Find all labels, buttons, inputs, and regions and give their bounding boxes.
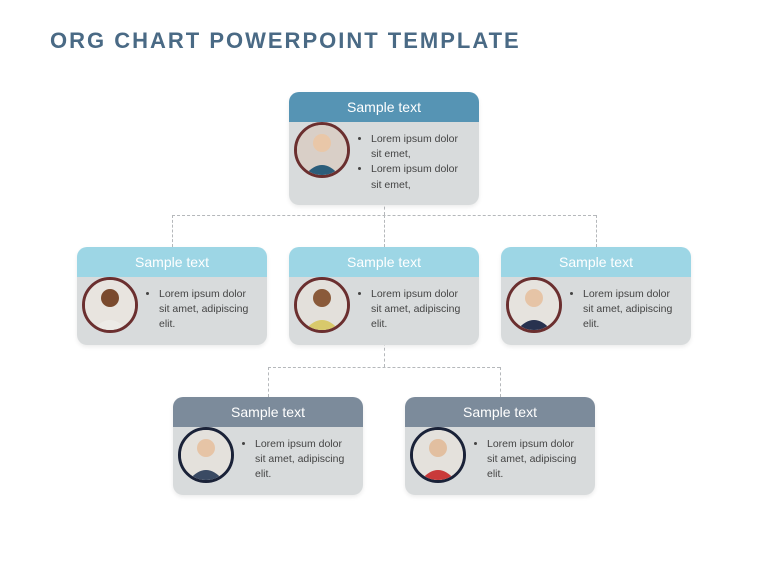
card-text: Lorem ipsum dolor sit amet, adipiscing e… [487,437,585,483]
org-card-row2-3: Sample text Lorem ipsum dolor sit amet, … [501,247,691,345]
card-body: Lorem ipsum dolor sit amet, adipiscing e… [289,277,479,345]
card-body: Lorem ipsum dolor sit amet, adipiscing e… [501,277,691,345]
card-header: Sample text [501,247,691,277]
card-header: Sample text [173,397,363,427]
card-body: Lorem ipsum dolor sit emet, Lorem ipsum … [289,122,479,205]
card-text: Lorem ipsum dolor sit amet, adipiscing e… [583,287,681,333]
card-bullet: Lorem ipsum dolor sit emet, [371,132,469,162]
org-card-row2-2: Sample text Lorem ipsum dolor sit amet, … [289,247,479,345]
card-body: Lorem ipsum dolor sit amet, adipiscing e… [173,427,363,495]
org-card-row2-1: Sample text Lorem ipsum dolor sit amet, … [77,247,267,345]
connector [172,215,173,247]
avatar [82,277,138,333]
card-header: Sample text [289,92,479,122]
card-header: Sample text [289,247,479,277]
card-header: Sample text [77,247,267,277]
card-text: Lorem ipsum dolor sit amet, adipiscing e… [159,287,257,333]
org-card-row3-1: Sample text Lorem ipsum dolor sit amet, … [173,397,363,495]
card-text: Lorem ipsum dolor sit amet, adipiscing e… [255,437,353,483]
avatar [294,122,350,178]
card-body: Lorem ipsum dolor sit amet, adipiscing e… [77,277,267,345]
card-text: Lorem ipsum dolor sit amet, adipiscing e… [371,287,469,333]
connector [268,367,269,397]
connector [384,215,385,247]
connector [500,367,501,397]
avatar [410,427,466,483]
avatar [178,427,234,483]
card-bullet: Lorem ipsum dolor sit emet, [371,162,469,192]
connector [596,215,597,247]
page-title: ORG CHART POWERPOINT TEMPLATE [50,28,521,54]
org-card-row3-2: Sample text Lorem ipsum dolor sit amet, … [405,397,595,495]
card-header: Sample text [405,397,595,427]
connector [268,367,500,368]
avatar [506,277,562,333]
card-body: Lorem ipsum dolor sit amet, adipiscing e… [405,427,595,495]
avatar [294,277,350,333]
org-card-top: Sample text Lorem ipsum dolor sit emet, … [289,92,479,205]
